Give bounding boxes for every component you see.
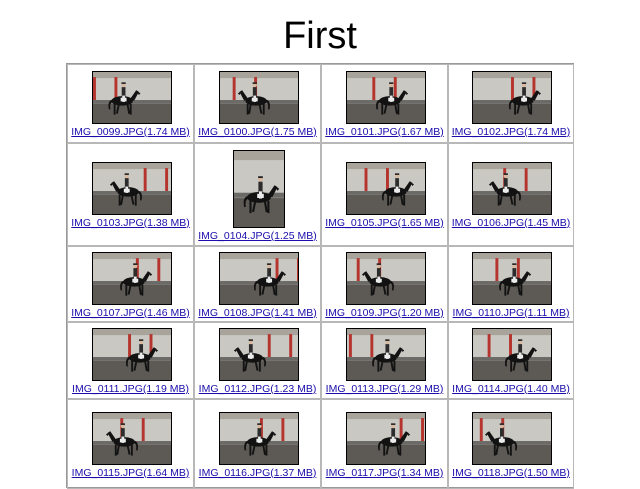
image-filename-link[interactable]: IMG_0109.JPG(1.20 MB) [322,307,447,319]
thumbnail-image[interactable] [92,328,172,381]
image-filename-link[interactable]: IMG_0110.JPG(1.11 MB) [449,307,573,319]
thumbnail-image[interactable] [346,162,426,215]
thumbnail-cell: IMG_0112.JPG(1.23 MB) [194,322,321,399]
thumbnail-image[interactable] [472,162,552,215]
thumbnail-cell: IMG_0104.JPG(1.25 MB) [194,143,321,246]
image-filename-link[interactable]: IMG_0108.JPG(1.41 MB) [195,307,320,319]
thumbnail-image[interactable] [92,252,172,305]
thumbnail-cell: IMG_0099.JPG(1.74 MB) [67,64,194,143]
image-filename-link[interactable]: IMG_0117.JPG(1.34 MB) [322,467,447,479]
thumbnail-cell: IMG_0105.JPG(1.65 MB) [321,143,448,246]
thumbnail-image[interactable] [472,252,552,305]
thumbnail-image[interactable] [472,71,552,124]
thumbnail-cell: IMG_0117.JPG(1.34 MB) [321,399,448,489]
thumbnail-image[interactable] [346,412,426,465]
thumbnail-cell: IMG_0108.JPG(1.41 MB) [194,246,321,322]
thumbnail-image[interactable] [233,150,285,228]
image-filename-link[interactable]: IMG_0113.JPG(1.29 MB) [322,383,447,395]
image-filename-link[interactable]: IMG_0100.JPG(1.75 MB) [195,126,320,138]
thumbnail-image[interactable] [472,328,552,381]
thumbnail-cell: IMG_0106.JPG(1.45 MB) [448,143,574,246]
thumbnail-grid: IMG_0099.JPG(1.74 MB) IMG_0100.JPG(1.75 … [66,63,574,489]
image-filename-link[interactable]: IMG_0107.JPG(1.46 MB) [68,307,193,319]
page-title: First [283,15,357,57]
thumbnail-cell: IMG_0116.JPG(1.37 MB) [194,399,321,489]
image-filename-link[interactable]: IMG_0102.JPG(1.74 MB) [449,126,573,138]
image-filename-link[interactable]: IMG_0106.JPG(1.45 MB) [449,217,573,229]
thumbnail-cell: IMG_0118.JPG(1.50 MB) [448,399,574,489]
thumbnail-image[interactable] [219,328,299,381]
thumbnail-image[interactable] [92,412,172,465]
image-filename-link[interactable]: IMG_0111.JPG(1.19 MB) [68,383,193,395]
image-filename-link[interactable]: IMG_0103.JPG(1.38 MB) [68,217,193,229]
thumbnail-cell: IMG_0111.JPG(1.19 MB) [67,322,194,399]
thumbnail-image[interactable] [346,252,426,305]
thumbnail-cell: IMG_0110.JPG(1.11 MB) [448,246,574,322]
thumbnail-image[interactable] [346,71,426,124]
thumbnail-image[interactable] [92,71,172,124]
thumbnail-image[interactable] [219,412,299,465]
thumbnail-image[interactable] [346,328,426,381]
thumbnail-cell: IMG_0102.JPG(1.74 MB) [448,64,574,143]
thumbnail-cell: IMG_0103.JPG(1.38 MB) [67,143,194,246]
image-filename-link[interactable]: IMG_0099.JPG(1.74 MB) [68,126,193,138]
image-filename-link[interactable]: IMG_0114.JPG(1.40 MB) [449,383,573,395]
thumbnail-cell: IMG_0101.JPG(1.67 MB) [321,64,448,143]
thumbnail-cell: IMG_0109.JPG(1.20 MB) [321,246,448,322]
thumbnail-image[interactable] [219,71,299,124]
image-filename-link[interactable]: IMG_0118.JPG(1.50 MB) [449,467,573,479]
image-filename-link[interactable]: IMG_0105.JPG(1.65 MB) [322,217,447,229]
image-filename-link[interactable]: IMG_0104.JPG(1.25 MB) [195,230,320,242]
image-filename-link[interactable]: IMG_0112.JPG(1.23 MB) [195,383,320,395]
thumbnail-image[interactable] [92,162,172,215]
thumbnail-cell: IMG_0114.JPG(1.40 MB) [448,322,574,399]
thumbnail-cell: IMG_0113.JPG(1.29 MB) [321,322,448,399]
thumbnail-cell: IMG_0107.JPG(1.46 MB) [67,246,194,322]
thumbnail-image[interactable] [472,412,552,465]
thumbnail-image[interactable] [219,252,299,305]
image-filename-link[interactable]: IMG_0101.JPG(1.67 MB) [322,126,447,138]
thumbnail-cell: IMG_0115.JPG(1.64 MB) [67,399,194,489]
image-filename-link[interactable]: IMG_0115.JPG(1.64 MB) [68,467,193,479]
thumbnail-cell: IMG_0100.JPG(1.75 MB) [194,64,321,143]
image-filename-link[interactable]: IMG_0116.JPG(1.37 MB) [195,467,320,479]
